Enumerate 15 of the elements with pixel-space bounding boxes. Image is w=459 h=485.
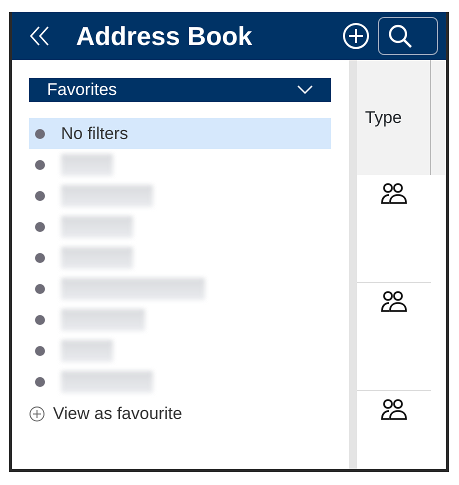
pane-splitter[interactable] xyxy=(349,60,357,469)
add-button[interactable] xyxy=(342,22,370,50)
view-as-favourite-link[interactable]: View as favourite xyxy=(29,401,182,426)
plus-circle-icon xyxy=(29,406,45,422)
search-icon xyxy=(387,23,413,49)
column-header: Type xyxy=(365,106,402,129)
plus-circle-icon xyxy=(342,22,370,50)
filter-item[interactable]: No filters xyxy=(29,118,331,149)
app-title: Address Book xyxy=(76,20,252,52)
group-icon xyxy=(380,291,408,313)
favorites-dropdown[interactable]: Favorites xyxy=(29,78,331,102)
group-icon xyxy=(380,399,408,421)
chevron-down-icon xyxy=(297,85,313,95)
group-icon xyxy=(380,183,408,205)
search-button[interactable] xyxy=(378,17,438,55)
